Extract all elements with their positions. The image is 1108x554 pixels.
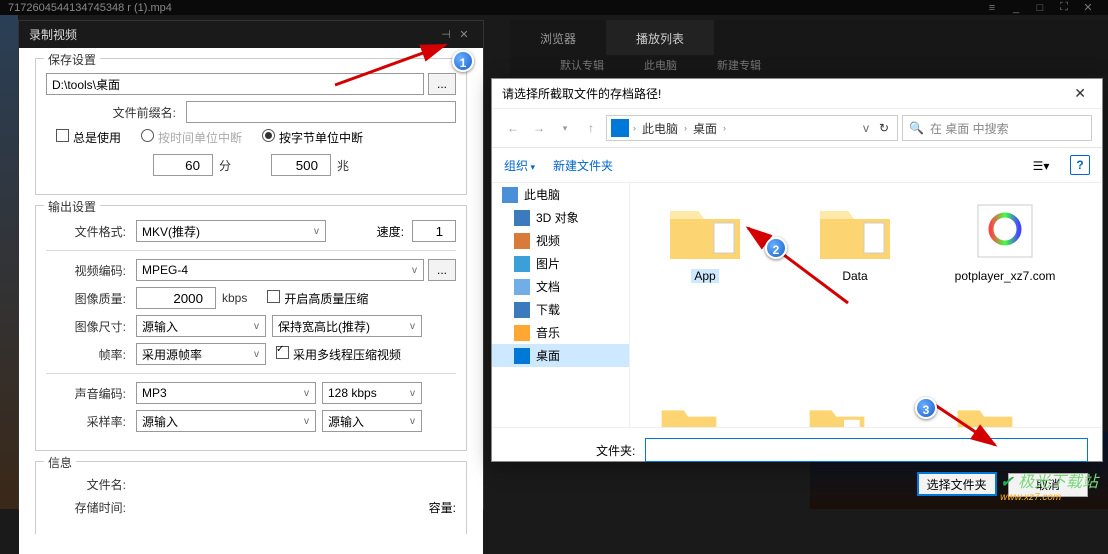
annotation-arrow-3 [930, 400, 1010, 455]
select-folder-button[interactable]: 选择文件夹 [917, 472, 997, 496]
folder-icon[interactable] [650, 401, 728, 427]
filename-label: 文件名: [46, 476, 136, 493]
watermark: ✔ 极光下载站 www.xz7.com [1000, 468, 1098, 503]
player-titlebar: 7172604544134745348 r (1).mp4 ≡ _ □ ⛶ ✕ [0, 0, 1108, 15]
nav-up-icon[interactable]: ↑ [580, 117, 602, 139]
annotation-arrow-2 [738, 218, 858, 308]
underscore-icon[interactable]: _ [1004, 2, 1028, 14]
info-fieldset: 信息 文件名: 存储时间:容量: [35, 461, 467, 534]
view-icon[interactable]: ☰▾ [1030, 154, 1052, 176]
aspect-select[interactable]: 保持宽高比(推荐) [272, 315, 422, 337]
acodec-label: 声音编码: [46, 385, 136, 402]
subtab-default[interactable]: 默认专辑 [540, 55, 624, 75]
abitrate-select[interactable]: 128 kbps [322, 382, 422, 404]
vcodec-more-button[interactable]: ... [428, 259, 456, 281]
fullscreen-icon[interactable]: ⛶ [1052, 1, 1076, 14]
byte-value-input[interactable] [271, 154, 331, 176]
multithread-checkbox[interactable]: 采用多线程压缩视频 [276, 346, 401, 363]
quality-label: 图像质量: [46, 290, 136, 307]
sidebar-item-pc[interactable]: 此电脑 [492, 183, 629, 206]
folder-potplayer[interactable]: potplayer_xz7.com [950, 199, 1060, 283]
nav-back-icon[interactable]: ← [502, 117, 524, 139]
speed-input[interactable] [412, 220, 456, 242]
nav-history-icon[interactable]: ▾ [554, 117, 576, 139]
dialog-toolbar: 组织 新建文件夹 ☰▾ ? [492, 148, 1102, 183]
sidebar-item-pic[interactable]: 图片 [492, 252, 629, 275]
sidebar-item-3d[interactable]: 3D 对象 [492, 206, 629, 229]
capacity-label: 容量: [429, 499, 456, 516]
break-byte-radio[interactable]: 按字节单位中断 [262, 129, 363, 146]
playlist-subtabs: 默认专辑 此电脑 新建专辑 [510, 55, 1108, 75]
annotation-arrow-1 [330, 35, 460, 95]
size-label: 图像尺寸: [46, 318, 136, 335]
sidebar-item-doc[interactable]: 文档 [492, 275, 629, 298]
callout-3: 3 [915, 397, 937, 419]
prefix-label: 文件前缀名: [46, 104, 186, 121]
speed-label: 速度: [377, 223, 412, 240]
vcodec-label: 视频编码: [46, 262, 136, 279]
fps-select[interactable]: 采用源帧率 [136, 343, 266, 365]
sample2-select[interactable]: 源输入 [322, 410, 422, 432]
help-icon[interactable]: ? [1070, 155, 1090, 175]
organize-menu[interactable]: 组织 [504, 157, 535, 174]
dialog-title: 请选择所截取文件的存档路径! [502, 85, 661, 102]
folder-icon [966, 199, 1044, 263]
sample-label: 采样率: [46, 413, 136, 430]
dialog-nav: ← → ▾ ↑ › 此电脑 › 桌面 › v ↻ 🔍 在 桌面 中搜索 [492, 109, 1102, 148]
always-use-checkbox[interactable]: 总是使用 [56, 129, 121, 146]
refresh-icon[interactable]: ↻ [875, 121, 893, 135]
output-fieldset: 输出设置 文件格式: MKV(推荐) 速度: 视频编码: MPEG-4 ... … [35, 205, 467, 451]
search-icon: 🔍 [909, 121, 924, 135]
size-select[interactable]: 源输入 [136, 315, 266, 337]
subtab-pc[interactable]: 此电脑 [624, 55, 697, 75]
sidebar-tree: 此电脑 3D 对象 视频 图片 文档 下载 音乐 桌面 [492, 183, 630, 427]
new-folder-button[interactable]: 新建文件夹 [553, 157, 613, 174]
folder-content: App Data potplayer_xz7.com [630, 183, 1102, 427]
sidebar-item-desktop[interactable]: 桌面 [492, 344, 629, 367]
dialog-titlebar: 请选择所截取文件的存档路径! ✕ [492, 79, 1102, 109]
folder-name-input[interactable] [645, 438, 1088, 462]
callout-2: 2 [765, 237, 787, 259]
background-left [0, 15, 18, 509]
vcodec-select[interactable]: MPEG-4 [136, 259, 424, 281]
info-legend: 信息 [44, 454, 76, 471]
player-title: 7172604544134745348 r (1).mp4 [8, 2, 172, 14]
dialog-footer: 文件夹: [492, 427, 1102, 472]
nav-forward-icon[interactable]: → [528, 117, 550, 139]
record-title: 录制视频 [29, 26, 77, 43]
hq-compress-checkbox[interactable]: 开启高质量压缩 [267, 290, 368, 307]
sidebar-item-music[interactable]: 音乐 [492, 321, 629, 344]
fps-label: 帧率: [46, 346, 136, 363]
folder-icon [666, 199, 744, 263]
sample-select[interactable]: 源输入 [136, 410, 316, 432]
folder-icon[interactable] [798, 401, 876, 427]
search-input[interactable]: 🔍 在 桌面 中搜索 [902, 115, 1092, 141]
format-label: 文件格式: [46, 223, 136, 240]
format-select[interactable]: MKV(推荐) [136, 220, 326, 242]
dialog-close-button[interactable]: ✕ [1068, 85, 1092, 102]
breadcrumb[interactable]: › 此电脑 › 桌面 › v ↻ [606, 115, 898, 141]
pc-icon [611, 119, 629, 137]
quality-input[interactable] [136, 287, 216, 309]
savetime-label: 存储时间: [46, 499, 136, 516]
square-icon[interactable]: □ [1028, 2, 1052, 14]
output-legend: 输出设置 [44, 198, 100, 215]
min-icon[interactable]: ≡ [980, 2, 1004, 14]
acodec-select[interactable]: MP3 [136, 382, 316, 404]
subtab-new[interactable]: 新建专辑 [697, 55, 781, 75]
prefix-input[interactable] [186, 101, 456, 123]
sidebar-item-video[interactable]: 视频 [492, 229, 629, 252]
time-value-input[interactable] [153, 154, 213, 176]
callout-1: 1 [452, 50, 474, 72]
break-time-radio[interactable]: 按时间单位中断 [141, 129, 242, 146]
breadcrumb-desktop[interactable]: 桌面 [689, 120, 721, 137]
close-icon[interactable]: ✕ [1076, 1, 1100, 14]
sidebar-item-dl[interactable]: 下载 [492, 298, 629, 321]
save-legend: 保存设置 [44, 51, 100, 68]
folder-field-label: 文件夹: [506, 442, 635, 459]
breadcrumb-pc[interactable]: 此电脑 [638, 120, 682, 137]
